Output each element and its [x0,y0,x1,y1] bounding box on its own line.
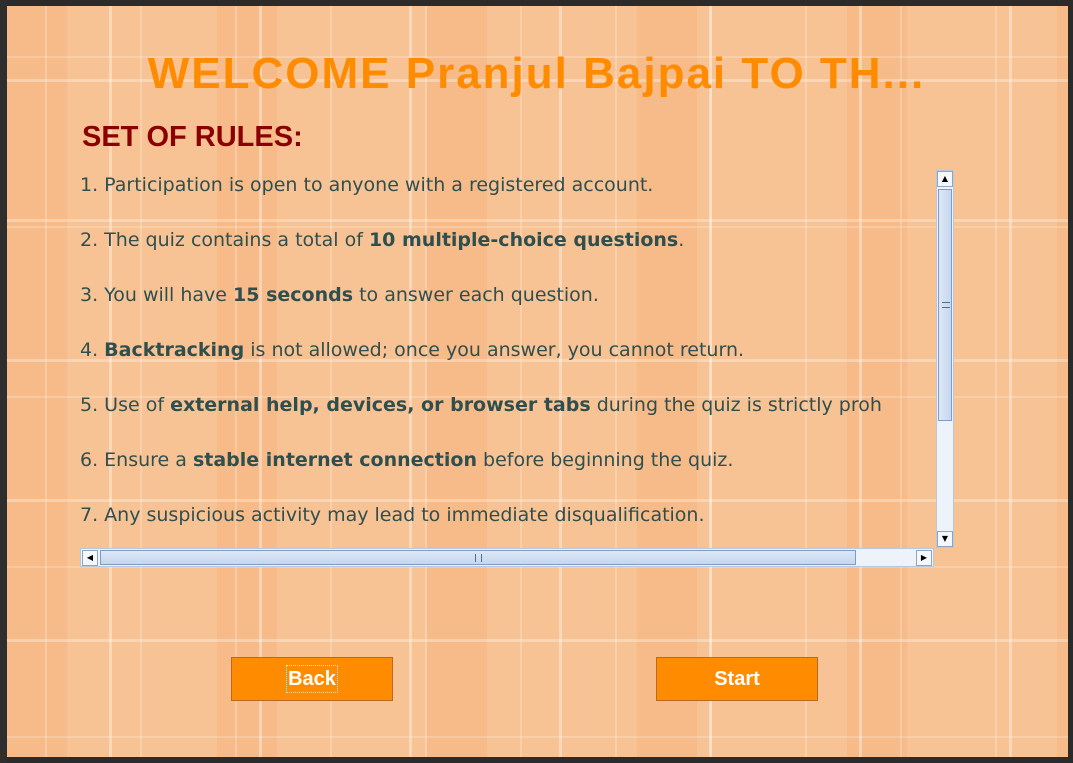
rule-item: 5. Use of external help, devices, or bro… [80,394,882,416]
scroll-up-button[interactable]: ▲ [937,171,953,187]
rule-item: 6. Ensure a stable internet connection b… [80,449,734,471]
scroll-right-button[interactable]: ▶ [916,550,932,566]
vertical-scrollbar[interactable]: ▲ ▼ [936,170,954,548]
rules-scroll-pane[interactable]: 1. Participation is open to anyone with … [80,168,956,570]
horizontal-scrollbar[interactable]: ◀ ▶ [80,548,934,567]
grip-icon [942,302,950,308]
rule-item: 7. Any suspicious activity may lead to i… [80,504,705,526]
horizontal-scroll-thumb[interactable] [100,550,856,565]
welcome-title: WELCOME Pranjul Bajpai TO TH... [147,49,926,98]
back-button[interactable]: Back [231,657,393,701]
rule-item: 2. The quiz contains a total of 10 multi… [80,229,685,251]
rule-item: 1. Participation is open to anyone with … [80,174,654,196]
left-window-edge [0,0,7,763]
rules-list: 1. Participation is open to anyone with … [80,170,936,548]
triangle-right-icon: ▶ [920,553,928,562]
rule-item: 3. You will have 15 seconds to answer ea… [80,284,599,306]
start-button[interactable]: Start [656,657,818,701]
back-button-label: Back [286,665,338,693]
triangle-up-icon: ▲ [941,174,949,183]
scroll-down-button[interactable]: ▼ [937,531,953,547]
rules-viewport: 1. Participation is open to anyone with … [80,168,936,548]
grip-icon [475,554,482,562]
start-button-label: Start [714,668,760,690]
triangle-left-icon: ◀ [86,553,94,562]
triangle-down-icon: ▼ [941,534,949,543]
scroll-left-button[interactable]: ◀ [82,550,98,566]
rule-item: 4. Backtracking is not allowed; once you… [80,339,745,361]
vertical-scroll-thumb[interactable] [938,189,952,421]
rules-heading: SET OF RULES: [82,121,303,153]
